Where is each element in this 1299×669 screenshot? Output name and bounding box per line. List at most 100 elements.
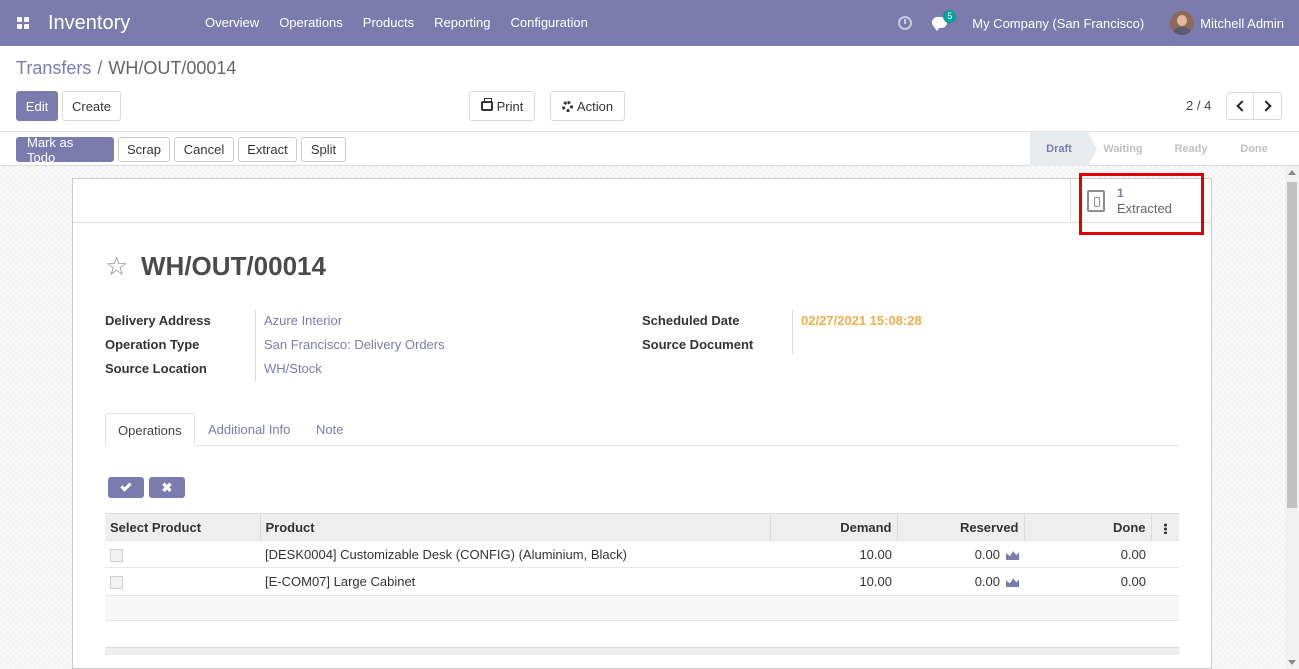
stage-waiting[interactable]: Waiting [1088,132,1158,166]
breadcrumb: Transfers / WH/OUT/00014 [16,58,236,79]
column-product[interactable]: Product [260,513,771,541]
split-button[interactable]: Split [301,137,346,162]
stage-draft[interactable]: Draft [1030,132,1097,166]
delivery-address-value[interactable]: Azure Interior [264,313,342,328]
product-cell[interactable]: [E-COM07] Large Cabinet [260,567,770,595]
extracted-smart-button[interactable]: 1 Extracted [1070,179,1211,223]
reserved-value: 0.00 [974,573,1000,589]
optional-columns-toggle[interactable] [1151,513,1179,541]
menu-configuration[interactable]: Configuration [500,0,597,46]
mark-as-todo-button[interactable]: Mark as Todo [16,135,114,165]
extracted-count: 1 [1117,186,1124,200]
printer-icon [480,98,493,111]
reserved-cell: 0.00 [897,567,1024,595]
notebook-tabs: Operations Additional Info Note [105,413,1179,446]
action-button[interactable]: Action [550,91,625,121]
select-cell [105,540,260,568]
scheduled-date-value: 02/27/2021 15:08:28 [801,313,922,328]
statusbar: Mark as Todo Scrap Cancel Extract Split … [0,131,1299,166]
pager-value: 2 / 4 [1186,98,1212,113]
stage-ready[interactable]: Ready [1158,132,1224,166]
cancel-button[interactable]: Cancel [174,137,234,162]
tab-note[interactable]: Note [304,413,355,446]
scrollbar-thumb[interactable] [1287,182,1297,508]
source-location-label: Source Location [105,361,207,376]
table-row[interactable]: [DESK0004] Customizable Desk (CONFIG) (A… [105,540,1179,568]
breadcrumb-transfers[interactable]: Transfers [16,58,91,78]
pager-previous-button[interactable] [1226,92,1254,120]
user-avatar[interactable] [1170,11,1195,35]
gear-icon [561,100,573,112]
navbar-systray: 5 My Company (San Francisco) Mitchell Ad… [898,0,1299,46]
forecast-chart-icon[interactable] [1006,578,1019,588]
star-icon[interactable]: ☆ [105,253,128,279]
create-button[interactable]: Create [62,91,121,121]
main-menu: Overview Operations Products Reporting C… [195,0,598,46]
empty-cell [1151,567,1179,595]
stage-pipeline: Draft Waiting Ready Done [1030,132,1284,166]
print-button[interactable]: Print [469,91,535,121]
select-checkbox[interactable] [110,548,123,562]
tab-operations[interactable]: Operations [105,413,195,446]
pager-next-button[interactable] [1253,92,1282,120]
tab-additional-info[interactable]: Additional Info [196,413,302,446]
product-cell[interactable]: [DESK0004] Customizable Desk (CONFIG) (A… [260,540,770,568]
kebab-icon [1163,522,1167,534]
check-icon [120,480,132,492]
scrap-button[interactable]: Scrap [118,137,170,162]
column-demand[interactable]: Demand [770,513,898,541]
scheduled-date-label: Scheduled Date [642,313,740,328]
scroll-up-icon[interactable] [1288,170,1296,175]
menu-operations[interactable]: Operations [269,0,353,46]
edit-button[interactable]: Edit [16,91,58,121]
extracted-label: Extracted [1117,201,1172,216]
table-header-row: Select Product Product Demand Reserved D… [105,513,1179,541]
empty-table-row [105,595,1179,621]
message-count-badge: 5 [943,10,957,23]
demand-cell[interactable]: 10.00 [770,567,897,595]
user-menu[interactable]: Mitchell Admin [1200,16,1284,31]
select-checkbox[interactable] [110,575,123,589]
smart-button-box: 1 Extracted [73,179,1211,223]
stage-done[interactable]: Done [1224,132,1284,166]
column-select-product[interactable]: Select Product [105,513,261,541]
breadcrumb-separator: / [97,58,103,78]
activity-clock-icon[interactable] [898,16,913,30]
breadcrumb-current: WH/OUT/00014 [108,58,237,78]
forecast-chart-icon[interactable] [1006,551,1019,561]
reserved-cell: 0.00 [897,540,1024,568]
delivery-address-label: Delivery Address [105,313,211,328]
extract-button[interactable]: Extract [238,137,297,162]
operation-type-label: Operation Type [105,337,200,352]
file-archive-icon [1087,190,1105,212]
source-location-value[interactable]: WH/Stock [264,361,322,376]
top-navbar: Inventory Overview Operations Products R… [0,0,1299,46]
chevron-left-icon [1235,100,1248,112]
menu-products[interactable]: Products [353,0,424,46]
menu-reporting[interactable]: Reporting [424,0,500,46]
table-row[interactable]: [E-COM07] Large Cabinet 10.00 0.00 0.00 [105,567,1179,595]
vertical-scrollbar[interactable] [1285,166,1299,669]
menu-overview[interactable]: Overview [195,0,269,46]
operations-table: Select Product Product Demand Reserved D… [105,513,1179,595]
chevron-right-icon [1260,100,1272,112]
column-reserved[interactable]: Reserved [897,513,1025,541]
apps-menu-icon[interactable] [0,0,46,46]
app-name[interactable]: Inventory [48,0,195,46]
confirm-selection-button[interactable] [108,477,144,498]
reserved-value: 0.00 [974,546,1000,562]
messaging-menu[interactable]: 5 [932,10,957,31]
table-footer [105,647,1179,655]
action-label: Action [576,98,614,114]
done-cell[interactable]: 0.00 [1024,567,1151,595]
scroll-down-icon[interactable] [1288,660,1296,665]
select-cell [105,567,260,595]
operation-type-value[interactable]: San Francisco: Delivery Orders [264,337,445,352]
clear-selection-button[interactable]: ✖ [149,477,185,498]
demand-cell[interactable]: 10.00 [770,540,897,568]
record-title: WH/OUT/00014 [141,251,326,281]
close-icon: ✖ [161,480,173,495]
company-switcher[interactable]: My Company (San Francisco) [972,16,1144,31]
done-cell[interactable]: 0.00 [1024,540,1151,568]
column-done[interactable]: Done [1024,513,1152,541]
